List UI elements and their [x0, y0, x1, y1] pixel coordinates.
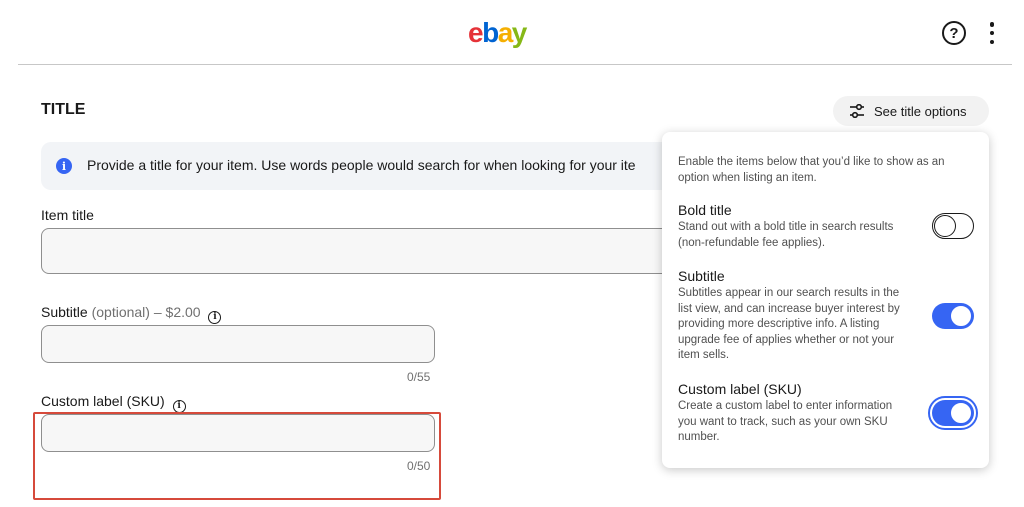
see-title-options-button[interactable]: See title options	[833, 96, 989, 126]
title-options-menu: Enable the items below that you’d like t…	[662, 132, 989, 468]
title-options-intro: Enable the items below that you’d like t…	[678, 156, 945, 184]
bold-title-toggle[interactable]	[932, 213, 974, 239]
subtitle-price: – $2.00	[153, 304, 201, 320]
subtitle-toggle[interactable]	[932, 303, 974, 329]
custom-label-option-title: Custom label (SKU)	[678, 381, 802, 397]
custom-label-option-description: Create a custom label to enter informati…	[678, 400, 893, 443]
help-icon-glyph: ?	[949, 24, 959, 42]
info-icon: i	[56, 158, 72, 174]
header-divider	[18, 64, 1012, 65]
header: ebay ?	[0, 0, 1024, 64]
subtitle-info-icon[interactable]: i	[208, 310, 222, 324]
see-title-options-label: See title options	[874, 103, 967, 119]
toggle-knob	[950, 305, 972, 327]
bold-title-option-title: Bold title	[678, 202, 732, 218]
section-title: TITLE	[41, 101, 86, 118]
more-options-icon[interactable]	[988, 22, 996, 44]
toggle-knob	[934, 215, 956, 237]
subtitle-input[interactable]	[41, 325, 435, 363]
custom-label-toggle[interactable]	[928, 396, 978, 430]
custom-label-info-icon[interactable]: i	[172, 399, 186, 413]
info-banner: i Provide a title for your item. Use wor…	[41, 142, 701, 190]
subtitle-optional-text: (optional)	[91, 304, 150, 320]
custom-label-label-text: Custom label (SKU)	[41, 393, 165, 409]
ebay-logo[interactable]: ebay	[468, 18, 527, 48]
bold-title-option-description: Stand out with a bold title in search re…	[678, 221, 894, 249]
subtitle-label: Subtitle (optional) – $2.00 i	[41, 304, 222, 324]
subtitle-char-counter: 0/55	[407, 370, 431, 384]
sliders-icon	[850, 104, 864, 118]
custom-label-label: Custom label (SKU) i	[41, 393, 186, 413]
item-title-label: Item title	[41, 207, 94, 223]
subtitle-label-text: Subtitle	[41, 304, 88, 320]
item-title-input[interactable]	[41, 228, 701, 274]
highlight-box	[33, 412, 441, 500]
subtitle-option-title: Subtitle	[678, 268, 725, 284]
help-icon[interactable]: ?	[942, 21, 966, 45]
subtitle-option-description: Subtitles appear in our search results i…	[678, 287, 900, 361]
toggle-knob	[950, 402, 972, 424]
info-banner-text: Provide a title for your item. Use words…	[87, 157, 636, 173]
